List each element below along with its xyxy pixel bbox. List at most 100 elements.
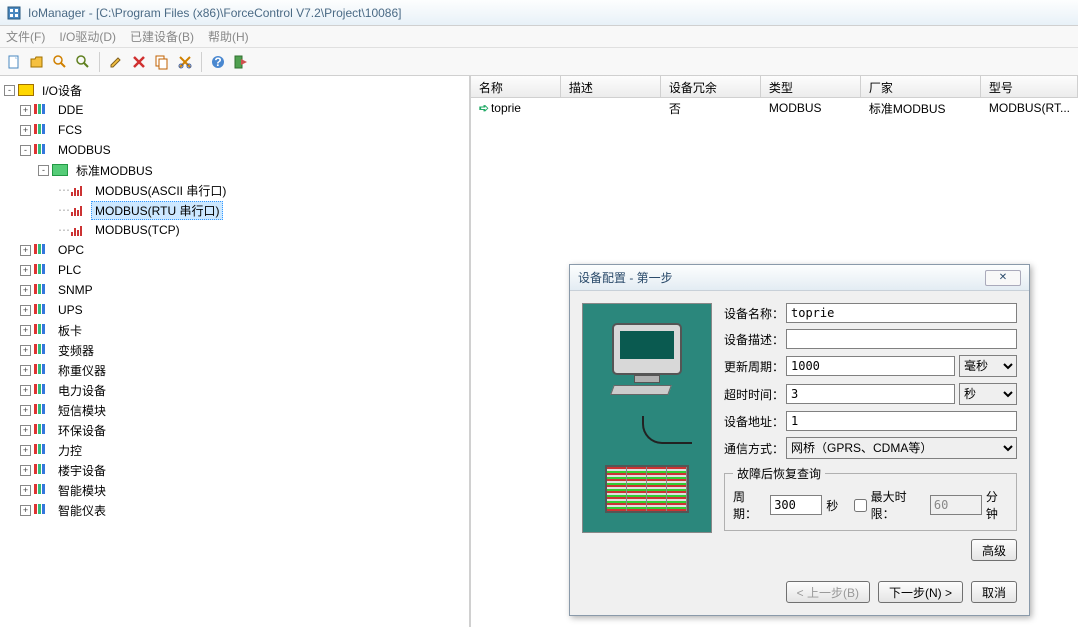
menu-file[interactable]: 文件(F) (6, 28, 45, 45)
col-model[interactable]: 型号 (981, 76, 1078, 97)
expand-icon[interactable]: + (20, 405, 31, 416)
expand-icon[interactable]: + (20, 125, 31, 136)
find-icon[interactable] (50, 52, 70, 72)
tree-item-std-modbus[interactable]: -标准MODBUS (0, 160, 469, 180)
tree-item-modbus-tcp[interactable]: ⋯MODBUS(TCP) (0, 220, 469, 240)
device-desc-label: 设备描述： (724, 331, 786, 348)
edit-icon[interactable] (106, 52, 126, 72)
category-icon (34, 124, 50, 136)
new-icon[interactable] (4, 52, 24, 72)
collapse-icon[interactable]: - (4, 85, 15, 96)
device-name-input[interactable] (786, 303, 1017, 323)
tree-line: ⋯ (58, 183, 69, 197)
cycle-input[interactable] (770, 495, 822, 515)
category-icon (34, 144, 50, 156)
tree-item-duanxin[interactable]: +短信模块 (0, 400, 469, 420)
delete-icon[interactable] (129, 52, 149, 72)
menu-help[interactable]: 帮助(H) (208, 28, 249, 45)
expand-icon[interactable]: + (20, 385, 31, 396)
category-icon (34, 304, 50, 316)
device-addr-input[interactable] (786, 411, 1017, 431)
tree-item-modbus-ascii[interactable]: ⋯MODBUS(ASCII 串行口) (0, 180, 469, 200)
tree-item-huanbao[interactable]: +环保设备 (0, 420, 469, 440)
device-addr-label: 设备地址： (724, 413, 786, 430)
dialog-footer: < 上一步(B) 下一步(N) > 取消 (570, 573, 1029, 615)
col-redundancy[interactable]: 设备冗余 (661, 76, 761, 97)
fault-recovery-legend: 故障后恢复查询 (733, 465, 825, 482)
device-desc-input[interactable] (786, 329, 1017, 349)
tree-item-banka[interactable]: +板卡 (0, 320, 469, 340)
col-type[interactable]: 类型 (761, 76, 861, 97)
cancel-button[interactable]: 取消 (971, 581, 1017, 603)
tree-root[interactable]: -I/O设备 (0, 80, 469, 100)
col-desc[interactable]: 描述 (561, 76, 661, 97)
svg-text:?: ? (214, 55, 221, 69)
max-limit-label: 最大时限： (871, 488, 926, 522)
list-row[interactable]: ➪toprie 否 MODBUS 标准MODBUS MODBUS(RT... (471, 98, 1078, 118)
timeout-label: 超时时间： (724, 386, 786, 403)
comm-mode-label: 通信方式： (724, 440, 786, 457)
update-period-input[interactable] (786, 356, 955, 376)
search-icon[interactable] (73, 52, 93, 72)
help-icon[interactable]: ? (208, 52, 228, 72)
max-limit-checkbox[interactable] (854, 499, 867, 512)
tree-item-dianli[interactable]: +电力设备 (0, 380, 469, 400)
copy-icon[interactable] (152, 52, 172, 72)
tree-item-snmp[interactable]: +SNMP (0, 280, 469, 300)
expand-icon[interactable]: + (20, 425, 31, 436)
open-icon[interactable] (27, 52, 47, 72)
expand-icon[interactable]: + (20, 245, 31, 256)
dialog-titlebar[interactable]: 设备配置 - 第一步 ✕ (570, 265, 1029, 291)
device-arrow-icon: ➪ (479, 101, 489, 115)
category-icon (34, 104, 50, 116)
period-unit-select[interactable]: 毫秒 (959, 355, 1017, 377)
device-root-icon (18, 84, 34, 96)
collapse-icon[interactable]: - (20, 145, 31, 156)
tree-item-bianpin[interactable]: +变频器 (0, 340, 469, 360)
advanced-button[interactable]: 高级 (971, 539, 1017, 561)
window-title: IoManager - [C:\Program Files (x86)\Forc… (28, 6, 402, 20)
expand-icon[interactable]: + (20, 285, 31, 296)
tree-item-opc[interactable]: +OPC (0, 240, 469, 260)
tree-item-likong[interactable]: +力控 (0, 440, 469, 460)
tree-item-zhinengmk[interactable]: +智能模块 (0, 480, 469, 500)
expand-icon[interactable]: + (20, 105, 31, 116)
expand-icon[interactable]: + (20, 265, 31, 276)
expand-icon[interactable]: + (20, 485, 31, 496)
expand-icon[interactable]: + (20, 305, 31, 316)
col-manufacturer[interactable]: 厂家 (861, 76, 981, 97)
expand-icon[interactable]: + (20, 505, 31, 516)
collapse-icon[interactable]: - (38, 165, 49, 176)
menu-device[interactable]: 已建设备(B) (130, 28, 194, 45)
category-icon (34, 424, 50, 436)
col-name[interactable]: 名称 (471, 76, 561, 97)
tree-item-chengzhong[interactable]: +称重仪器 (0, 360, 469, 380)
expand-icon[interactable]: + (20, 345, 31, 356)
tree-item-louyu[interactable]: +楼宇设备 (0, 460, 469, 480)
timeout-unit-select[interactable]: 秒 (959, 383, 1017, 405)
list-header: 名称 描述 设备冗余 类型 厂家 型号 (471, 76, 1078, 98)
tree-item-dde[interactable]: +DDE (0, 100, 469, 120)
tree-item-ups[interactable]: +UPS (0, 300, 469, 320)
tree-item-fcs[interactable]: +FCS (0, 120, 469, 140)
dialog-title: 设备配置 - 第一步 (578, 269, 673, 286)
category-icon (34, 264, 50, 276)
close-icon[interactable]: ✕ (985, 270, 1021, 286)
category-icon (34, 244, 50, 256)
cycle-unit: 秒 (826, 497, 838, 514)
titlebar: IoManager - [C:\Program Files (x86)\Forc… (0, 0, 1078, 26)
next-button[interactable]: 下一步(N) > (878, 581, 963, 603)
timeout-input[interactable] (786, 384, 955, 404)
expand-icon[interactable]: + (20, 365, 31, 376)
menu-driver[interactable]: I/O驱动(D) (59, 28, 116, 45)
tree-item-modbus-rtu[interactable]: ⋯MODBUS(RTU 串行口) (0, 200, 469, 220)
tree-item-modbus[interactable]: -MODBUS (0, 140, 469, 160)
cut-icon[interactable] (175, 52, 195, 72)
expand-icon[interactable]: + (20, 465, 31, 476)
tree-item-zhinengyb[interactable]: +智能仪表 (0, 500, 469, 520)
exit-icon[interactable] (231, 52, 251, 72)
expand-icon[interactable]: + (20, 445, 31, 456)
expand-icon[interactable]: + (20, 325, 31, 336)
tree-item-plc[interactable]: +PLC (0, 260, 469, 280)
comm-mode-select[interactable]: 网桥（GPRS、CDMA等） (786, 437, 1017, 459)
